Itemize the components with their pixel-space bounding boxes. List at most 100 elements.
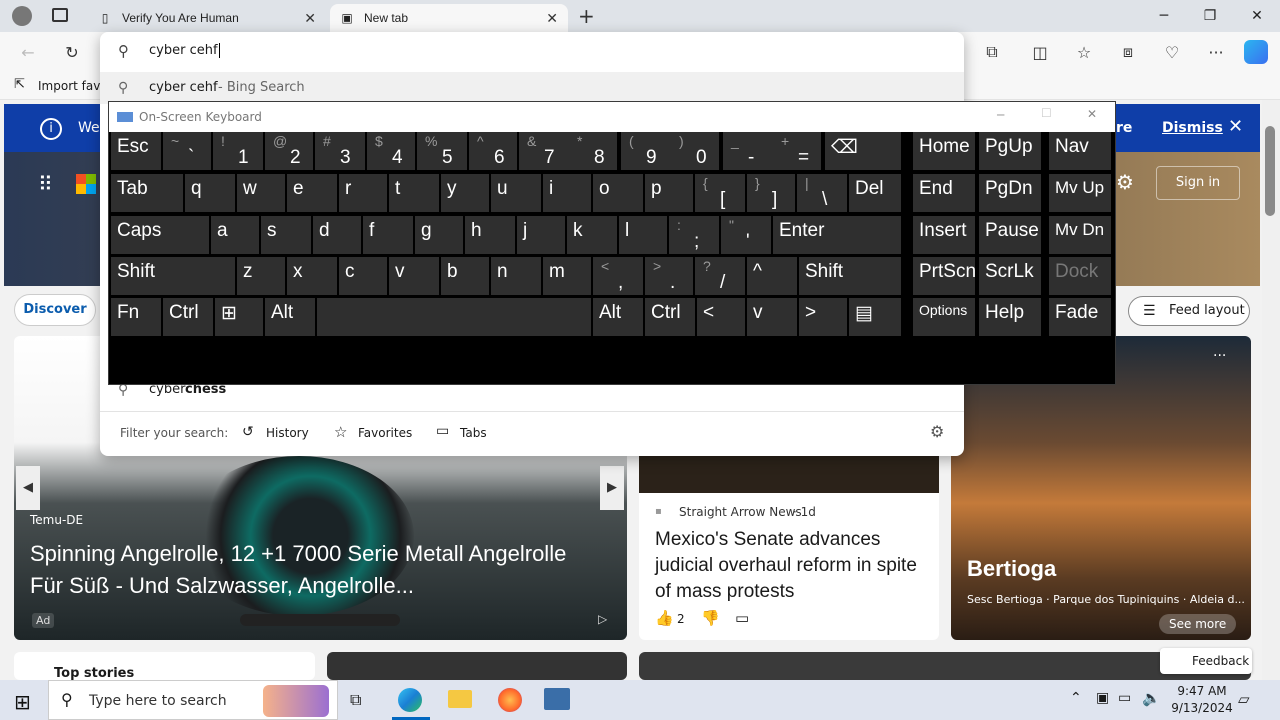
- maximize-button[interactable]: ❐: [1187, 0, 1233, 32]
- osk-key-row2-10[interactable]: p: [645, 174, 693, 212]
- osk-nav-key-2[interactable]: Nav: [1049, 132, 1111, 170]
- osk-key-row1-10[interactable]: (9: [621, 132, 671, 170]
- osk-nav-key-6[interactable]: Insert: [913, 216, 975, 254]
- more-options-icon[interactable]: ···: [1213, 348, 1226, 364]
- settings-gear-icon[interactable]: ⚙: [1116, 170, 1134, 194]
- osk-key-row1-7[interactable]: ^ 6: [469, 132, 517, 170]
- network-icon[interactable]: ▭: [1118, 690, 1131, 706]
- extensions-icon[interactable]: ⧉: [978, 38, 1006, 66]
- osk-key-row1-12[interactable]: _ -: [723, 132, 773, 170]
- osk-key-row3-9[interactable]: l: [619, 216, 667, 254]
- osk-title-bar[interactable]: On-Screen Keyboard ─ ☐ ✕: [109, 102, 1115, 132]
- osk-taskbar-icon[interactable]: [544, 688, 570, 710]
- osk-close-button[interactable]: ✕: [1087, 107, 1097, 121]
- osk-key-row2-11[interactable]: {[: [695, 174, 745, 212]
- osk-key-row2-4[interactable]: r: [339, 174, 387, 212]
- volume-icon[interactable]: 🔈: [1142, 689, 1161, 707]
- feed-layout-button[interactable]: ☰ Feed layout: [1128, 296, 1250, 326]
- osk-key-row2-14[interactable]: Del: [849, 174, 901, 212]
- osk-key-row1-3[interactable]: @2: [265, 132, 313, 170]
- split-screen-icon[interactable]: ◫: [1026, 38, 1054, 66]
- osk-key-row2-7[interactable]: u: [491, 174, 541, 212]
- osk-key-row4-0[interactable]: Shift: [111, 257, 235, 295]
- tab-actions-icon[interactable]: [52, 8, 68, 22]
- osk-key-row5-3[interactable]: Alt: [265, 298, 315, 336]
- profile-avatar-icon[interactable]: [12, 6, 32, 26]
- osk-nav-key-0[interactable]: Home: [913, 132, 975, 170]
- osk-key-row5-6[interactable]: Ctrl: [645, 298, 695, 336]
- dismiss-button[interactable]: Dismiss: [1162, 120, 1223, 136]
- osk-key-row2-2[interactable]: w: [237, 174, 285, 212]
- task-view-icon[interactable]: ⧉: [350, 690, 361, 710]
- osk-key-row4-10[interactable]: ? /: [695, 257, 745, 295]
- osk-minimize-button[interactable]: ─: [997, 108, 1004, 122]
- close-window-button[interactable]: ✕: [1234, 0, 1280, 32]
- osk-nav-key-12[interactable]: Options: [913, 298, 975, 336]
- osk-key-row1-4[interactable]: #3: [315, 132, 365, 170]
- osk-key-row1-5[interactable]: $4: [367, 132, 415, 170]
- osk-key-row5-5[interactable]: Alt: [593, 298, 643, 336]
- osk-key-row5-1[interactable]: Ctrl: [163, 298, 213, 336]
- tray-chevron-icon[interactable]: ⌃: [1070, 690, 1082, 706]
- apps-grid-icon[interactable]: ⠿: [38, 172, 53, 196]
- osk-key-row5-4[interactable]: [317, 298, 591, 336]
- osk-key-row1-11[interactable]: ) 0: [671, 132, 719, 170]
- osk-key-row2-13[interactable]: | \: [797, 174, 847, 212]
- feedback-button[interactable]: Feedback: [1160, 648, 1252, 674]
- back-icon[interactable]: ←: [14, 38, 42, 66]
- taskbar-search-box[interactable]: ⚲ Type here to search: [48, 680, 338, 720]
- filter-history[interactable]: History: [266, 426, 309, 440]
- osk-nav-key-11[interactable]: Dock: [1049, 257, 1111, 295]
- start-windows-icon[interactable]: ⊞: [14, 690, 31, 714]
- new-tab-plus-icon[interactable]: +: [578, 4, 595, 28]
- osk-key-row3-2[interactable]: s: [261, 216, 311, 254]
- import-favorites-link[interactable]: Import favo: [38, 79, 108, 93]
- photo-title[interactable]: Bertioga: [967, 556, 1056, 582]
- osk-key-row4-1[interactable]: z: [237, 257, 285, 295]
- osk-key-row5-9[interactable]: >: [799, 298, 847, 336]
- osk-nav-key-5[interactable]: Mv Up: [1049, 174, 1111, 212]
- address-input[interactable]: cyber cehf: [149, 43, 220, 58]
- tray-device-icon[interactable]: ▣: [1096, 690, 1109, 706]
- carousel-prev-button[interactable]: ◀: [16, 466, 40, 510]
- settings-more-icon[interactable]: ···: [1202, 38, 1230, 66]
- osk-key-row1-1[interactable]: ~ `: [163, 132, 211, 170]
- osk-nav-key-7[interactable]: Pause: [979, 216, 1041, 254]
- osk-nav-key-10[interactable]: ScrLk: [979, 257, 1041, 295]
- close-tab-icon[interactable]: ✕: [304, 10, 316, 27]
- favorites-star-icon[interactable]: ☆: [1070, 38, 1098, 66]
- story-image-card[interactable]: [327, 652, 627, 680]
- osk-key-row2-6[interactable]: y: [441, 174, 489, 212]
- osk-key-row4-7[interactable]: m: [543, 257, 591, 295]
- osk-key-row2-8[interactable]: i: [543, 174, 591, 212]
- osk-key-row2-9[interactable]: o: [593, 174, 643, 212]
- sign-in-button[interactable]: Sign in: [1156, 166, 1240, 200]
- suggestion-row[interactable]: ⚲ cyber cehf - Bing Search: [100, 72, 964, 104]
- osk-key-row3-5[interactable]: g: [415, 216, 463, 254]
- osk-key-row4-8[interactable]: <,: [593, 257, 643, 295]
- osk-key-row4-6[interactable]: n: [491, 257, 541, 295]
- osk-key-row1-9[interactable]: * 8: [569, 132, 617, 170]
- osk-nav-key-8[interactable]: Mv Dn: [1049, 216, 1111, 254]
- clock-date[interactable]: 9/13/2024: [1166, 701, 1238, 715]
- osk-key-row2-5[interactable]: t: [389, 174, 439, 212]
- osk-key-row4-5[interactable]: b: [441, 257, 489, 295]
- search-settings-gear-icon[interactable]: ⚙: [930, 422, 944, 441]
- thumbs-up-icon[interactable]: 👍: [655, 609, 674, 627]
- osk-key-row3-10[interactable]: :;: [669, 216, 719, 254]
- refresh-icon[interactable]: ↻: [58, 38, 86, 66]
- banner-learn-more[interactable]: re: [1116, 120, 1132, 136]
- osk-key-row1-0[interactable]: Esc: [111, 132, 161, 170]
- thumbs-down-icon[interactable]: 👎: [701, 609, 720, 627]
- osk-key-row4-3[interactable]: c: [339, 257, 387, 295]
- osk-key-row5-10[interactable]: ▤: [849, 298, 901, 336]
- notification-icon[interactable]: ▱: [1238, 690, 1250, 708]
- carousel-next-button[interactable]: ▶: [600, 466, 624, 510]
- osk-key-row5-8[interactable]: v: [747, 298, 797, 336]
- file-explorer-icon[interactable]: [448, 690, 472, 708]
- collections-icon[interactable]: ⧈: [1114, 38, 1142, 66]
- osk-key-row4-12[interactable]: Shift: [799, 257, 901, 295]
- osk-key-row1-13[interactable]: + =: [773, 132, 821, 170]
- osk-key-row4-2[interactable]: x: [287, 257, 337, 295]
- osk-key-row4-9[interactable]: >.: [645, 257, 693, 295]
